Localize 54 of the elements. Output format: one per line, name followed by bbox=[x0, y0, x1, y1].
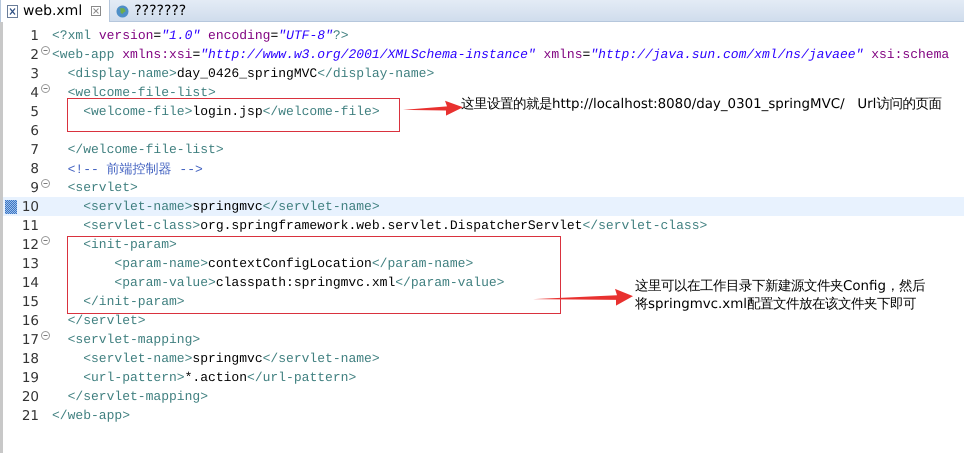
line-number: 21 bbox=[20, 408, 39, 424]
line-number: 20 bbox=[20, 388, 39, 404]
line-number: 15 bbox=[20, 294, 39, 310]
code-line: <web-app xmlns:xsi="http://www.w3.org/2001/XMLSchema-instance" xmlns="http://java.sun.com/xml/ns/javaee" xsi:schema bbox=[52, 47, 950, 62]
xml-file-icon bbox=[7, 4, 18, 18]
collapse-icon[interactable] bbox=[40, 179, 50, 188]
code-line: <param-value>classpath:springmvc.xml</param-value> bbox=[113, 275, 504, 290]
line-number: 17 bbox=[20, 332, 39, 348]
code-line: </servlet-mapping> bbox=[66, 389, 208, 404]
line-number: 3 bbox=[29, 66, 39, 82]
code-line: </servlet> bbox=[66, 313, 146, 328]
line-number: 4 bbox=[29, 84, 39, 100]
close-icon[interactable] bbox=[91, 6, 102, 16]
line-number: 1 bbox=[29, 28, 39, 44]
code-line: <welcome-file>login.jsp</welcome-file> bbox=[82, 104, 380, 119]
globe-icon bbox=[116, 4, 130, 18]
code-line: <display-name>day_0426_springMVC</display-name> bbox=[66, 66, 434, 81]
code-line: <servlet-mapping> bbox=[66, 332, 200, 347]
code-line: <servlet> bbox=[66, 180, 138, 195]
code-line: <?xml version="1.0" encoding="UTF-8"?> bbox=[52, 28, 348, 43]
line-number: 19 bbox=[20, 370, 39, 386]
code-line: </init-param> bbox=[82, 294, 185, 309]
line-number: 11 bbox=[20, 218, 39, 234]
editor-tab[interactable]: ??????? bbox=[110, 0, 194, 22]
line-number: 2 bbox=[29, 46, 39, 62]
line-number: 16 bbox=[20, 312, 39, 328]
collapse-icon[interactable] bbox=[40, 331, 50, 340]
code-line: </welcome-file-list> bbox=[66, 142, 224, 157]
code-line: <url-pattern>*.action</url-pattern> bbox=[82, 370, 356, 385]
line-number: 18 bbox=[20, 350, 39, 366]
arrow bbox=[403, 100, 463, 116]
code-line: <init-param> bbox=[82, 237, 177, 252]
code-line: <welcome-file-list> bbox=[66, 85, 216, 100]
line-number: 8 bbox=[29, 160, 39, 176]
annotation-text: 这里设置的就是http://localhost:8080/day_0301_springMVC/ Url访问的页面 bbox=[461, 96, 942, 114]
code-line: <param-name>contextConfigLocation</param-name> bbox=[113, 256, 474, 271]
code-line: <servlet-class>org.springframework.web.servlet.DispatcherServlet</servlet-class> bbox=[82, 218, 708, 233]
collapse-icon[interactable] bbox=[40, 84, 50, 93]
code-line: <servlet-name>springmvc</servlet-name> bbox=[82, 199, 380, 214]
line-number: 9 bbox=[29, 180, 39, 196]
code-line: <!-- 前端控制器 --> bbox=[66, 160, 203, 178]
line-number: 14 bbox=[20, 274, 39, 290]
collapse-icon[interactable] bbox=[40, 236, 50, 245]
editor-tab[interactable]: web.xml bbox=[0, 0, 110, 22]
line-number: 6 bbox=[29, 122, 39, 138]
line-number: 5 bbox=[29, 104, 39, 120]
annotation-text: 这里可以在工作目录下新建源文件夹Config，然后 将springmvc.xml配置文件放在该文件夹下即可 bbox=[635, 278, 925, 314]
line-number: 12 bbox=[20, 236, 39, 252]
code-line: <servlet-name>springmvc</servlet-name> bbox=[82, 351, 380, 366]
line-number: 10 bbox=[20, 198, 39, 214]
collapse-icon[interactable] bbox=[40, 46, 50, 55]
line-number: 7 bbox=[29, 142, 39, 158]
code-line: </web-app> bbox=[52, 408, 130, 423]
line-number: 13 bbox=[20, 256, 39, 272]
